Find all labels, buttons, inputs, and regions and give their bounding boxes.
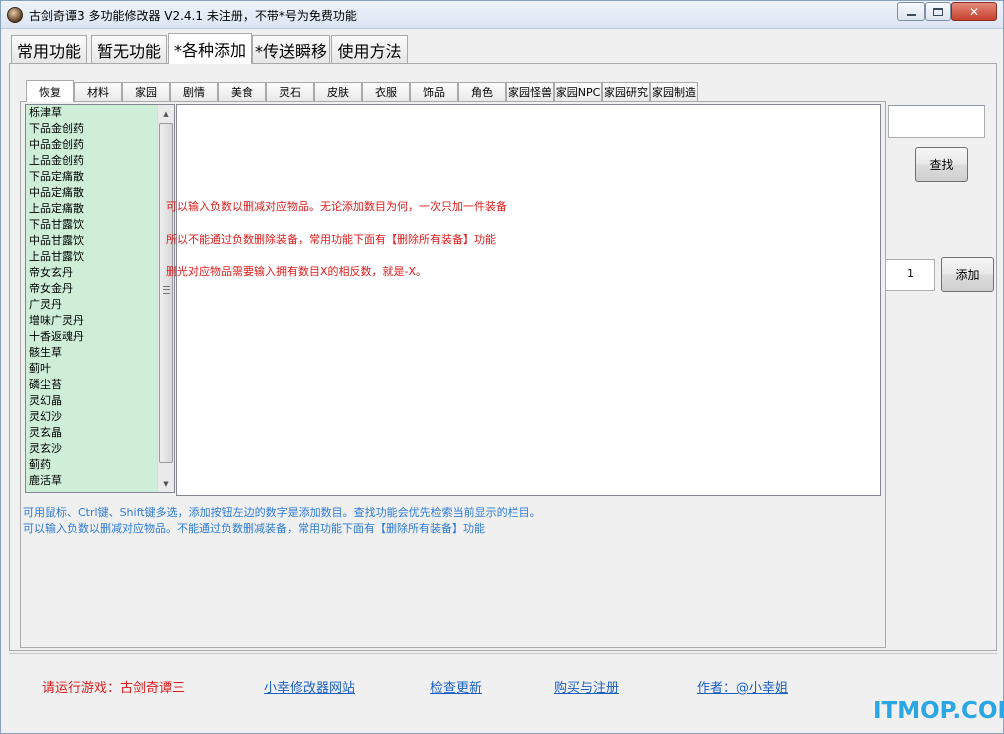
- list-item[interactable]: 鹿活草: [26, 473, 174, 489]
- list-item[interactable]: 蓟药: [26, 457, 174, 473]
- app-window: 古剑奇谭3 多功能修改器 V2.4.1 未注册，不带*号为免费功能 ✕ 常用功能…: [0, 0, 1004, 734]
- maximize-button[interactable]: [925, 2, 951, 21]
- tab-teleport[interactable]: *传送瞬移: [252, 35, 330, 63]
- list-item[interactable]: 帝女金丹: [26, 281, 174, 297]
- app-icon: [7, 7, 23, 23]
- subtab-home-research[interactable]: 家园研究: [602, 82, 650, 101]
- subtab-food[interactable]: 美食: [218, 82, 266, 101]
- subtab-home-npc[interactable]: 家园NPC: [554, 82, 602, 101]
- info-message-2: 所以不能通过负数删除装备，常用功能下面有【删除所有装备】功能: [166, 233, 496, 246]
- window-title: 古剑奇谭3 多功能修改器 V2.4.1 未注册，不带*号为免费功能: [29, 9, 357, 23]
- title-bar: 古剑奇谭3 多功能修改器 V2.4.1 未注册，不带*号为免费功能 ✕: [1, 1, 1003, 29]
- list-item[interactable]: 灵幻晶: [26, 393, 174, 409]
- game-status: 请运行游戏：古剑奇谭三: [42, 681, 186, 696]
- item-list-items: 栎津草 下品金创药 中品金创药 上品金创药 下品定痛散 中品定痛散 上品定痛散 下品甘露饮 中品…: [26, 105, 174, 489]
- list-item[interactable]: 中品定痛散: [26, 185, 174, 201]
- watermark: ITMOP.COM: [873, 698, 1004, 724]
- scroll-up-arrow-icon[interactable]: ▲: [158, 105, 174, 122]
- subtab-home-monster[interactable]: 家园怪兽: [506, 82, 554, 101]
- item-list-scrollbar[interactable]: ▲ ▼: [157, 105, 174, 492]
- subtab-recover[interactable]: 恢复: [26, 80, 74, 102]
- list-item[interactable]: 磷尘苔: [26, 377, 174, 393]
- output-area: [176, 104, 881, 496]
- author-link[interactable]: 作者：@小幸姐: [697, 677, 788, 696]
- search-input[interactable]: [888, 105, 985, 138]
- scroll-down-arrow-icon[interactable]: ▼: [158, 475, 174, 492]
- list-item[interactable]: 十香返魂丹: [26, 329, 174, 345]
- list-item[interactable]: 广灵丹: [26, 297, 174, 313]
- subtab-character[interactable]: 角色: [458, 82, 506, 101]
- list-item[interactable]: 灵玄晶: [26, 425, 174, 441]
- list-item[interactable]: 灵幻沙: [26, 409, 174, 425]
- quantity-input[interactable]: 1: [885, 259, 935, 291]
- list-item[interactable]: 上品甘露饮: [26, 249, 174, 265]
- check-update-link[interactable]: 检查更新: [430, 677, 482, 696]
- info-message-3: 删光对应物品需要输入拥有数目X的相反数，就是-X。: [166, 265, 428, 278]
- search-button[interactable]: 查找: [915, 147, 968, 182]
- list-item[interactable]: 上品定痛散: [26, 201, 174, 217]
- tab-no-functions[interactable]: 暂无功能: [91, 35, 167, 63]
- list-item[interactable]: 下品甘露饮: [26, 217, 174, 233]
- scroll-grip-icon: [163, 286, 170, 294]
- close-button[interactable]: ✕: [951, 2, 997, 21]
- minimize-icon: [906, 13, 916, 16]
- subtab-story[interactable]: 剧情: [170, 82, 218, 101]
- add-button[interactable]: 添加: [941, 257, 994, 292]
- list-item[interactable]: 灵玄沙: [26, 441, 174, 457]
- list-item[interactable]: 骸生草: [26, 345, 174, 361]
- tab-various-add[interactable]: *各种添加: [168, 33, 252, 64]
- list-item[interactable]: 增味广灵丹: [26, 313, 174, 329]
- item-list[interactable]: 栎津草 下品金创药 中品金创药 上品金创药 下品定痛散 中品定痛散 上品定痛散 下品甘露饮 中品…: [25, 104, 175, 493]
- subtab-materials[interactable]: 材料: [74, 82, 122, 101]
- subtab-home[interactable]: 家园: [122, 82, 170, 101]
- help-text-1: 可用鼠标、Ctrl键、Shift键多选，添加按钮左边的数字是添加数目。查找功能会…: [23, 506, 541, 519]
- list-item[interactable]: 下品定痛散: [26, 169, 174, 185]
- info-message-1: 可以输入负数以删减对应物品。无论添加数目为何，一次只加一件装备: [166, 200, 507, 213]
- list-item[interactable]: 中品甘露饮: [26, 233, 174, 249]
- website-link[interactable]: 小幸修改器网站: [264, 677, 355, 696]
- list-item[interactable]: 帝女玄丹: [26, 265, 174, 281]
- subtab-accessories[interactable]: 饰品: [410, 82, 458, 101]
- purchase-register-link[interactable]: 购买与注册: [554, 677, 619, 696]
- subtab-home-crafting[interactable]: 家园制造: [650, 82, 698, 101]
- footer-divider: [9, 653, 997, 654]
- maximize-icon: [933, 7, 943, 16]
- list-item[interactable]: 栎津草: [26, 105, 174, 121]
- list-item[interactable]: 中品金创药: [26, 137, 174, 153]
- tab-common-functions[interactable]: 常用功能: [11, 35, 87, 63]
- minimize-button[interactable]: [897, 2, 925, 21]
- subtab-clothes[interactable]: 衣服: [362, 82, 410, 101]
- close-icon: ✕: [968, 4, 980, 19]
- list-item[interactable]: 下品金创药: [26, 121, 174, 137]
- subtab-spirit-stone[interactable]: 灵石: [266, 82, 314, 101]
- tab-usage[interactable]: 使用方法: [331, 35, 408, 63]
- help-text-2: 可以输入负数以删减对应物品。不能通过负数删减装备，常用功能下面有【删除所有装备】…: [23, 522, 485, 535]
- list-item[interactable]: 蓟叶: [26, 361, 174, 377]
- scroll-thumb[interactable]: [159, 123, 173, 463]
- list-item[interactable]: 上品金创药: [26, 153, 174, 169]
- subtab-skin[interactable]: 皮肤: [314, 82, 362, 101]
